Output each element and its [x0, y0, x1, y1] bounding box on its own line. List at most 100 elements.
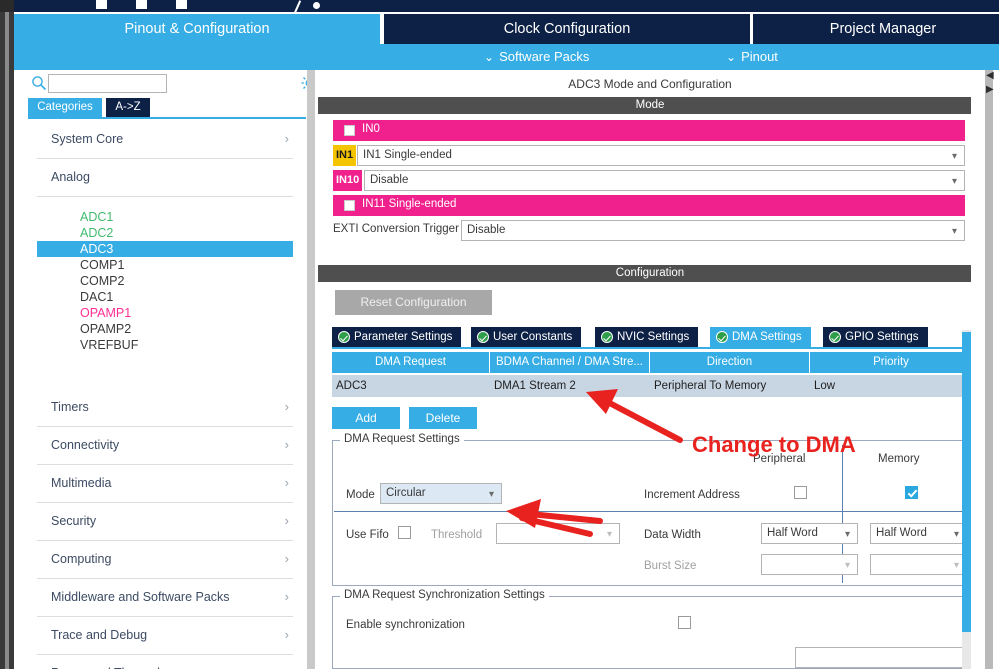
cell-direction: Peripheral To Memory — [654, 380, 767, 392]
configuration-section-body: Reset Configuration Parameter Settings U… — [315, 284, 985, 669]
increment-address-memory-checkbox[interactable] — [905, 486, 918, 499]
burst-size-peripheral-select[interactable]: ▾ — [761, 554, 858, 575]
column-label-memory: Memory — [878, 453, 920, 465]
sidebar-group-multimedia[interactable]: Multimedia › — [37, 465, 293, 503]
chevron-right-icon: › — [284, 475, 289, 490]
sidebar-item-adc3[interactable]: ADC3 — [37, 241, 293, 257]
threshold-label: Threshold — [431, 529, 483, 541]
tab-user-constants[interactable]: User Constants — [471, 327, 582, 347]
chevron-down-icon: ▾ — [951, 226, 957, 237]
save-icon[interactable] — [96, 0, 107, 9]
in11-checkbox[interactable] — [344, 200, 355, 211]
tab-dma-settings[interactable]: DMA Settings — [710, 327, 811, 347]
search-icon — [32, 76, 47, 91]
in11-label: IN11 Single-ended — [362, 198, 457, 210]
sidebar-item-opamp2[interactable]: OPAMP2 — [37, 321, 293, 337]
tab-nvic-settings[interactable]: NVIC Settings — [595, 327, 699, 347]
exti-trigger-select[interactable]: Disable ▾ — [461, 220, 965, 241]
mode-value: Circular — [386, 487, 426, 499]
sidebar-group-analog[interactable]: Analog — [37, 159, 293, 197]
tab-parameter-settings[interactable]: Parameter Settings — [332, 327, 462, 347]
chevron-right-icon: › — [284, 551, 289, 566]
mode-row-exti-trigger: EXTI Conversion Trigger Disable ▾ — [333, 220, 965, 241]
sidebar-group-timers[interactable]: Timers › — [37, 389, 293, 427]
sidebar-group-system-core[interactable]: System Core › — [37, 121, 293, 159]
table-row[interactable] — [332, 375, 972, 397]
tab-clock-configuration[interactable]: Clock Configuration — [384, 14, 750, 44]
sidebar-item-adc2[interactable]: ADC2 — [37, 225, 293, 241]
cell-dma-request: ADC3 — [336, 380, 367, 392]
tab-project-manager[interactable]: Project Manager — [753, 14, 999, 44]
sidebar-item-dac1[interactable]: DAC1 — [37, 289, 293, 305]
menu-pinout[interactable]: ⌄ Pinout — [726, 44, 778, 70]
column-header-dma-request[interactable]: DMA Request — [332, 352, 490, 373]
adc3-configuration-panel: ADC3 Mode and Configuration Mode IN0 IN1… — [315, 70, 985, 669]
mode-section-header: Mode — [318, 97, 982, 114]
right-scrollbar-thumb[interactable] — [962, 332, 971, 632]
chevron-right-icon: › — [285, 665, 289, 669]
tab-categories[interactable]: Categories — [28, 98, 102, 117]
menu-software-packs[interactable]: ⌄ Software Packs — [484, 44, 589, 70]
in10-mode-select[interactable]: Disable ▾ — [364, 170, 965, 191]
window-toolbar-sliver — [0, 0, 999, 16]
sidebar-group-label: Trace and Debug — [51, 628, 148, 642]
column-header-bdma-channel[interactable]: BDMA Channel / DMA Stre... — [490, 352, 650, 373]
redo-icon[interactable] — [176, 0, 187, 9]
categories-sidebar: Categories A->Z System Core › Analog ADC… — [14, 70, 320, 669]
splitter-collapse-right-icon[interactable]: ▶ — [986, 85, 994, 95]
sidebar-group-label: Computing — [51, 552, 112, 566]
sidebar-group-trace-and-debug[interactable]: Trace and Debug › — [37, 617, 293, 655]
search-input[interactable] — [48, 74, 167, 93]
chevron-right-icon: › — [284, 437, 289, 452]
tab-label: GPIO Settings — [845, 331, 919, 343]
sidebar-group-label: Multimedia — [51, 476, 112, 490]
in1-mode-select[interactable]: IN1 Single-ended ▾ — [357, 145, 965, 166]
enable-synchronization-label: Enable synchronization — [346, 619, 465, 631]
sidebar-group-middleware-and-software-packs[interactable]: Middleware and Software Packs › — [37, 579, 293, 617]
undo-icon[interactable] — [136, 0, 147, 9]
cell-priority: Low — [814, 380, 836, 392]
mode-row-in0[interactable]: IN0 — [333, 120, 965, 141]
use-fifo-checkbox[interactable] — [398, 526, 411, 539]
sidebar-item-comp1[interactable]: COMP1 — [37, 257, 293, 273]
tab-gpio-settings[interactable]: GPIO Settings — [823, 327, 928, 347]
enable-synchronization-checkbox[interactable] — [678, 616, 691, 629]
sidebar-item-opamp1[interactable]: OPAMP1 — [37, 305, 293, 321]
tab-a-to-z[interactable]: A->Z — [106, 98, 150, 117]
mode-row-in1: IN1 IN1 Single-ended ▾ — [333, 145, 965, 166]
sidebar-group-label: Connectivity — [51, 438, 120, 452]
increment-address-peripheral-checkbox[interactable] — [794, 486, 807, 499]
window-left-border — [0, 0, 14, 12]
configuration-tab-underline — [332, 347, 972, 349]
sidebar-group-computing[interactable]: Computing › — [37, 541, 293, 579]
in0-checkbox[interactable] — [344, 125, 355, 136]
splitter-collapse-left-icon[interactable]: ◀ — [986, 71, 994, 81]
tab-label: DMA Settings — [732, 331, 802, 343]
sidebar-tab-underline — [28, 117, 306, 119]
reset-configuration-button[interactable]: Reset Configuration — [335, 290, 492, 315]
mode-select[interactable]: Circular ▾ — [380, 483, 502, 504]
delete-button[interactable]: Delete — [409, 407, 477, 429]
sidebar-item-vrefbuf[interactable]: VREFBUF — [37, 337, 293, 353]
data-width-memory-select[interactable]: Half Word ▾ — [870, 523, 967, 544]
mode-row-in11[interactable]: IN11 Single-ended — [333, 195, 965, 216]
column-header-priority[interactable]: Priority — [810, 352, 972, 373]
dma-request-table: DMA Request BDMA Channel / DMA Stre... D… — [332, 352, 972, 397]
sidebar-group-power-and-thermal[interactable]: Power and Thermal › — [37, 655, 293, 669]
sidebar-item-adc1[interactable]: ADC1 — [37, 209, 293, 225]
data-width-peripheral-select[interactable]: Half Word ▾ — [761, 523, 858, 544]
info-icon[interactable] — [313, 2, 320, 9]
panel-splitter[interactable] — [307, 70, 315, 669]
sidebar-item-comp2[interactable]: COMP2 — [37, 273, 293, 289]
right-gutter — [971, 70, 985, 669]
threshold-select[interactable]: ▾ — [496, 523, 620, 544]
column-header-direction[interactable]: Direction — [650, 352, 810, 373]
sidebar-group-connectivity[interactable]: Connectivity › — [37, 427, 293, 465]
far-right-splitter[interactable] — [985, 70, 993, 669]
add-button[interactable]: Add — [332, 407, 400, 429]
tab-pinout-and-configuration[interactable]: Pinout & Configuration — [14, 14, 380, 44]
sidebar-group-security[interactable]: Security › — [37, 503, 293, 541]
burst-size-memory-select[interactable]: ▾ — [870, 554, 967, 575]
sidebar-group-label: Timers — [51, 400, 89, 414]
sync-signal-select[interactable] — [795, 647, 967, 668]
